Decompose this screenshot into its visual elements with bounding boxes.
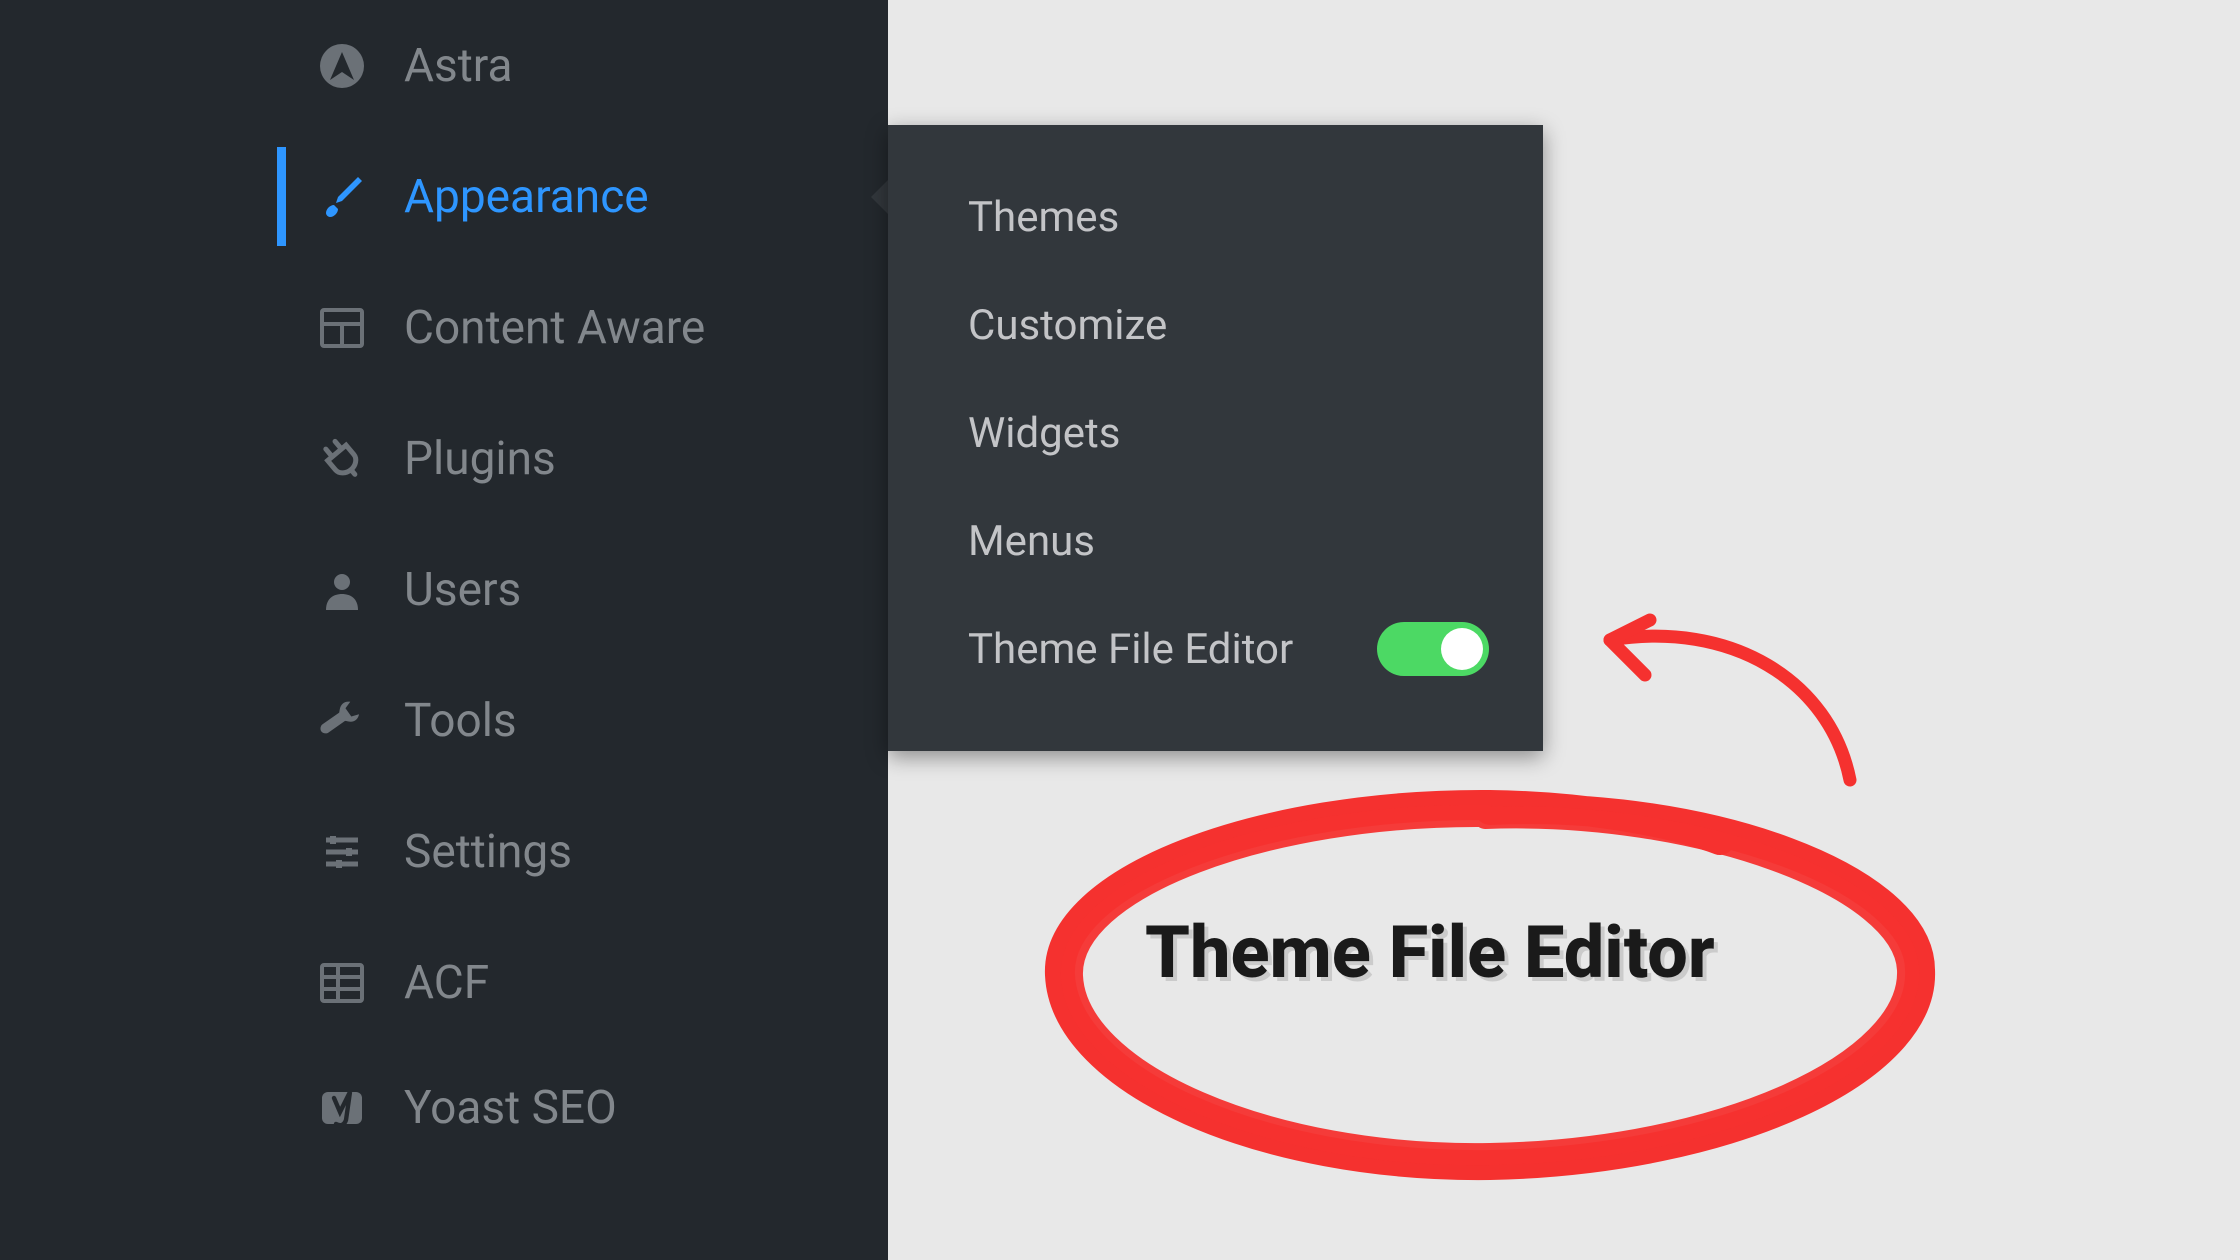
sidebar-item-label: Plugins [404,432,556,486]
sidebar-item-label: Astra [404,39,513,93]
wrench-icon [318,697,366,745]
sidebar-item-settings[interactable]: Settings [0,786,888,917]
sliders-icon [318,828,366,876]
sidebar-item-appearance[interactable]: Appearance [0,131,888,262]
astra-icon [318,42,366,90]
user-icon [318,566,366,614]
plug-icon [318,435,366,483]
submenu-item-label: Themes [968,193,1119,242]
yoast-icon [318,1084,366,1132]
appearance-submenu: Themes Customize Widgets Menus Theme Fil… [888,125,1543,751]
submenu-item-label: Customize [968,301,1167,350]
sidebar-item-label: Appearance [404,170,649,224]
sidebar-item-astra[interactable]: Astra [0,0,888,131]
acf-icon [318,959,366,1007]
sidebar-item-yoast-seo[interactable]: Yoast SEO [0,1048,888,1168]
sidebar-item-label: Yoast SEO [404,1081,617,1135]
submenu-item-menus[interactable]: Menus [888,487,1543,595]
admin-sidebar: Astra Appearance Content Aware Plugins U… [0,0,888,1260]
submenu-item-themes[interactable]: Themes [888,163,1543,271]
sidebar-item-plugins[interactable]: Plugins [0,393,888,524]
theme-file-editor-toggle[interactable] [1377,622,1489,676]
submenu-item-label: Theme File Editor [968,625,1293,674]
sidebar-item-label: Users [404,563,521,617]
submenu-item-label: Menus [968,517,1095,566]
submenu-item-widgets[interactable]: Widgets [888,379,1543,487]
submenu-item-label: Widgets [968,409,1120,458]
annotation-label: Theme File Editor [1145,910,1715,995]
toggle-knob [1441,628,1483,670]
sidebar-item-users[interactable]: Users [0,524,888,655]
layout-icon [318,304,366,352]
sidebar-item-acf[interactable]: ACF [0,917,888,1048]
sidebar-item-label: Settings [404,825,572,879]
sidebar-item-label: Content Aware [404,301,705,355]
sidebar-item-content-aware[interactable]: Content Aware [0,262,888,393]
submenu-item-customize[interactable]: Customize [888,271,1543,379]
sidebar-item-tools[interactable]: Tools [0,655,888,786]
sidebar-item-label: ACF [404,956,489,1010]
brush-icon [318,173,366,221]
submenu-item-theme-file-editor[interactable]: Theme File Editor [888,595,1543,703]
sidebar-item-label: Tools [404,694,517,748]
